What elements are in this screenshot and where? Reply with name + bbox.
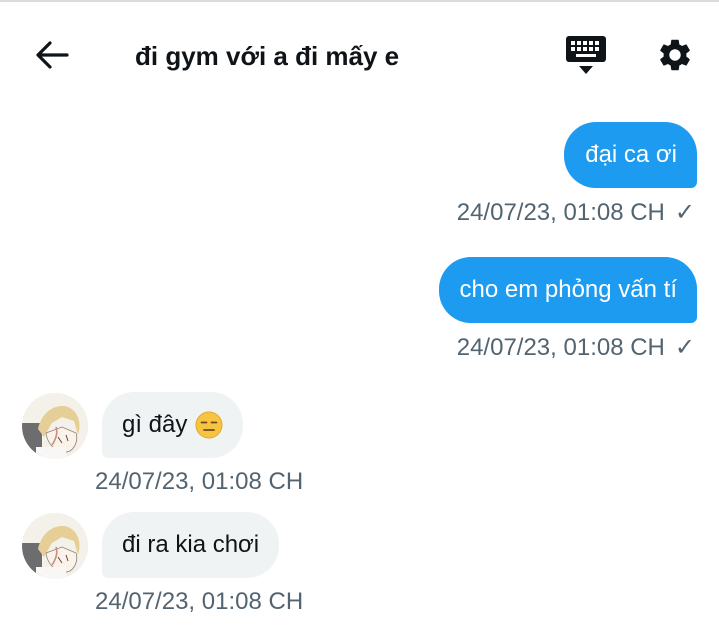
chat-screen: đi gym với a đi mấy e đại ca ơi 24/07/23…	[0, 0, 719, 625]
message-text: đi ra kia chơi	[122, 531, 260, 558]
message-text: đại ca ơi	[585, 141, 677, 168]
arrow-left-icon	[36, 41, 69, 69]
message-meta: 24/07/23, 01:08 CH ✓	[457, 333, 695, 362]
avatar[interactable]	[22, 513, 88, 579]
message-meta: 24/07/23, 01:08 CH ✓	[457, 198, 695, 227]
incoming-message[interactable]: gì đây	[102, 392, 244, 458]
message-text: cho em phỏng vấn tí	[459, 276, 677, 303]
gear-icon	[660, 39, 690, 71]
sent-check-icon: ✓	[674, 334, 695, 361]
incoming-message[interactable]: đi ra kia chơi	[102, 512, 280, 578]
back-button[interactable]	[30, 35, 74, 75]
conversation-title[interactable]: đi gym với a đi mấy e	[135, 38, 399, 74]
expressionless-face-icon	[195, 411, 223, 439]
message-timestamp: 24/07/23, 01:08 CH	[456, 198, 665, 226]
keyboard-icon	[566, 36, 606, 74]
message-timestamp: 24/07/23, 01:08 CH	[95, 588, 304, 615]
chat-header: đi gym với a đi mấy e	[0, 2, 719, 106]
outgoing-message[interactable]: đại ca ơi	[564, 122, 697, 188]
message-timestamp: 24/07/23, 01:08 CH	[95, 468, 304, 495]
avatar-illustration	[22, 513, 88, 579]
avatar-illustration	[22, 393, 88, 459]
message-timestamp: 24/07/23, 01:08 CH	[456, 333, 665, 361]
settings-button[interactable]	[652, 32, 698, 78]
outgoing-message[interactable]: cho em phỏng vấn tí	[438, 257, 697, 323]
message-text: gì đây	[122, 411, 188, 438]
avatar[interactable]	[22, 393, 88, 459]
keyboard-button[interactable]	[562, 32, 610, 78]
sent-check-icon: ✓	[674, 199, 695, 226]
